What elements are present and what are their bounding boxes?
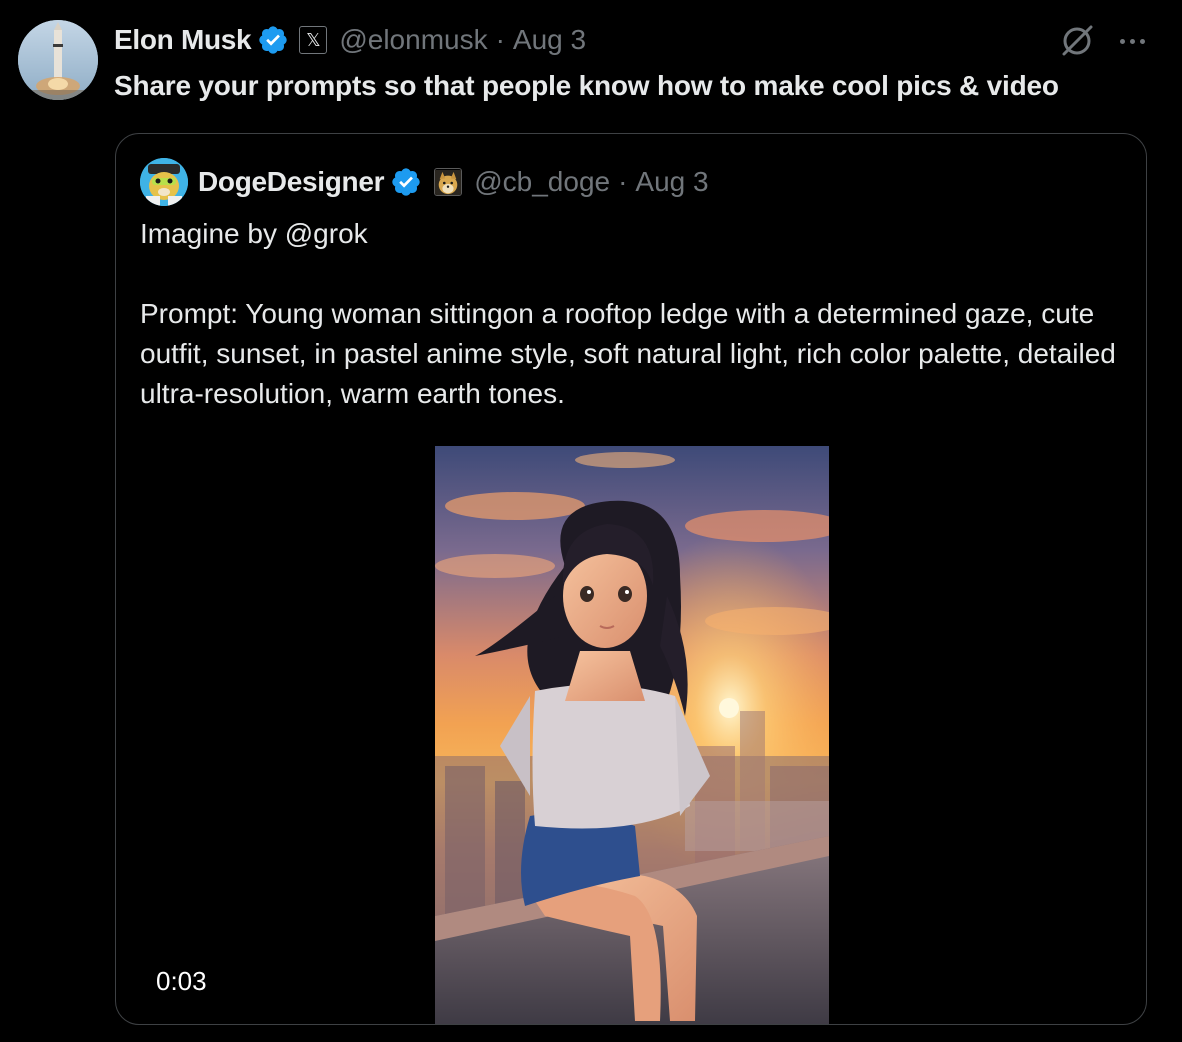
video-thumbnail — [435, 446, 829, 1024]
author-name[interactable]: Elon Musk — [114, 24, 252, 56]
tweet-text: Share your prompts so that people know h… — [114, 70, 1059, 101]
quoted-text-line: Imagine by @grok — [140, 218, 368, 249]
quoted-tweet-card[interactable]: DogeDesigner @cb_doge · Aug 3 Imagine by… — [115, 133, 1147, 1025]
x-logo-icon[interactable]: 𝕏 — [299, 26, 328, 54]
verified-badge-icon[interactable] — [257, 24, 289, 56]
quoted-author-name[interactable]: DogeDesigner — [198, 166, 385, 198]
tweet[interactable]: Elon Musk 𝕏 @elonmusk · Aug 3 Share your… — [0, 0, 1182, 1042]
verified-badge-icon[interactable] — [390, 166, 422, 198]
separator-dot: · — [618, 166, 628, 197]
quoted-text-prompt: Prompt: Young woman sittingon a rooftop … — [140, 298, 1116, 409]
quoted-author-avatar[interactable] — [140, 158, 188, 206]
tweet-header: Elon Musk 𝕏 @elonmusk · Aug 3 — [114, 18, 586, 62]
video-duration: 0:03 — [156, 966, 207, 996]
quoted-post-date[interactable]: Aug 3 — [635, 166, 708, 198]
more-options-icon[interactable] — [1112, 24, 1152, 58]
doge-icon[interactable] — [434, 168, 463, 196]
quoted-author-handle[interactable]: @cb_doge — [474, 166, 610, 198]
grok-icon[interactable] — [1058, 22, 1096, 60]
author-handle[interactable]: @elonmusk — [339, 24, 487, 56]
video-player[interactable] — [435, 446, 829, 1024]
quoted-tweet-header: DogeDesigner @cb_doge · Aug 3 — [140, 158, 709, 206]
quoted-tweet-text: Imagine by @grok Prompt: Young woman sit… — [140, 214, 1130, 414]
author-avatar[interactable] — [18, 20, 98, 100]
separator-dot: · — [495, 24, 505, 55]
post-date[interactable]: Aug 3 — [513, 24, 586, 56]
